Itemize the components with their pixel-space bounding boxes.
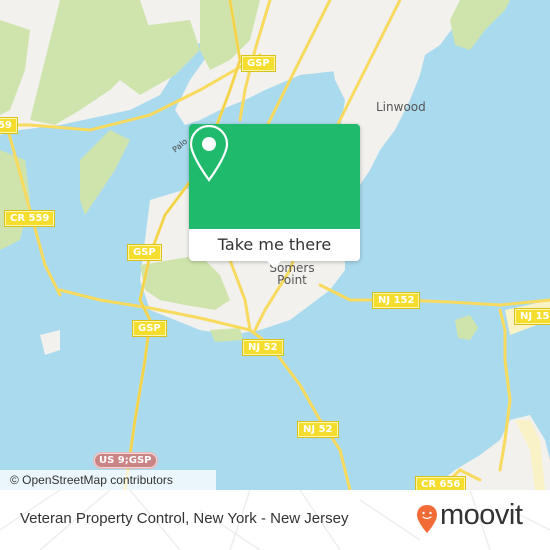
- road-shield-nj152: NJ 152: [513, 308, 550, 325]
- road-shield-nj152: NJ 152: [371, 292, 421, 309]
- map-attribution[interactable]: © OpenStreetMap contributors: [0, 470, 216, 490]
- moovit-logo-icon: [417, 505, 437, 533]
- take-me-there-button[interactable]: Take me there: [189, 229, 360, 261]
- moovit-brand-text: moovit: [440, 499, 523, 531]
- road-shield-gsp: GSP: [127, 244, 162, 261]
- road-shield-gsp: GSP: [241, 55, 276, 72]
- attribution-text[interactable]: © OpenStreetMap contributors: [10, 473, 173, 487]
- road-shield-cr656: CR 656: [414, 476, 467, 490]
- road-shield-us9-gsp: US 9;GSP: [93, 452, 158, 469]
- road-shield-gsp: GSP: [132, 320, 167, 337]
- map-view[interactable]: Linwood Somers Point Palo GSP CR 559 559…: [0, 0, 550, 490]
- road-shield-nj52: NJ 52: [242, 339, 284, 356]
- footer-bar: Veteran Property Control, New York - New…: [0, 490, 550, 550]
- popup-tail: [266, 260, 282, 268]
- road-shield-559: 559: [0, 117, 18, 134]
- road-shield-nj52: NJ 52: [297, 421, 339, 438]
- road-shield-cr559: CR 559: [3, 210, 56, 227]
- map-pin-icon: [189, 124, 229, 182]
- footer-title: Veteran Property Control, New York - New…: [20, 510, 349, 527]
- popup-header: [189, 124, 360, 229]
- place-label-linwood: Linwood: [376, 100, 426, 114]
- location-popup: Take me there: [189, 124, 360, 268]
